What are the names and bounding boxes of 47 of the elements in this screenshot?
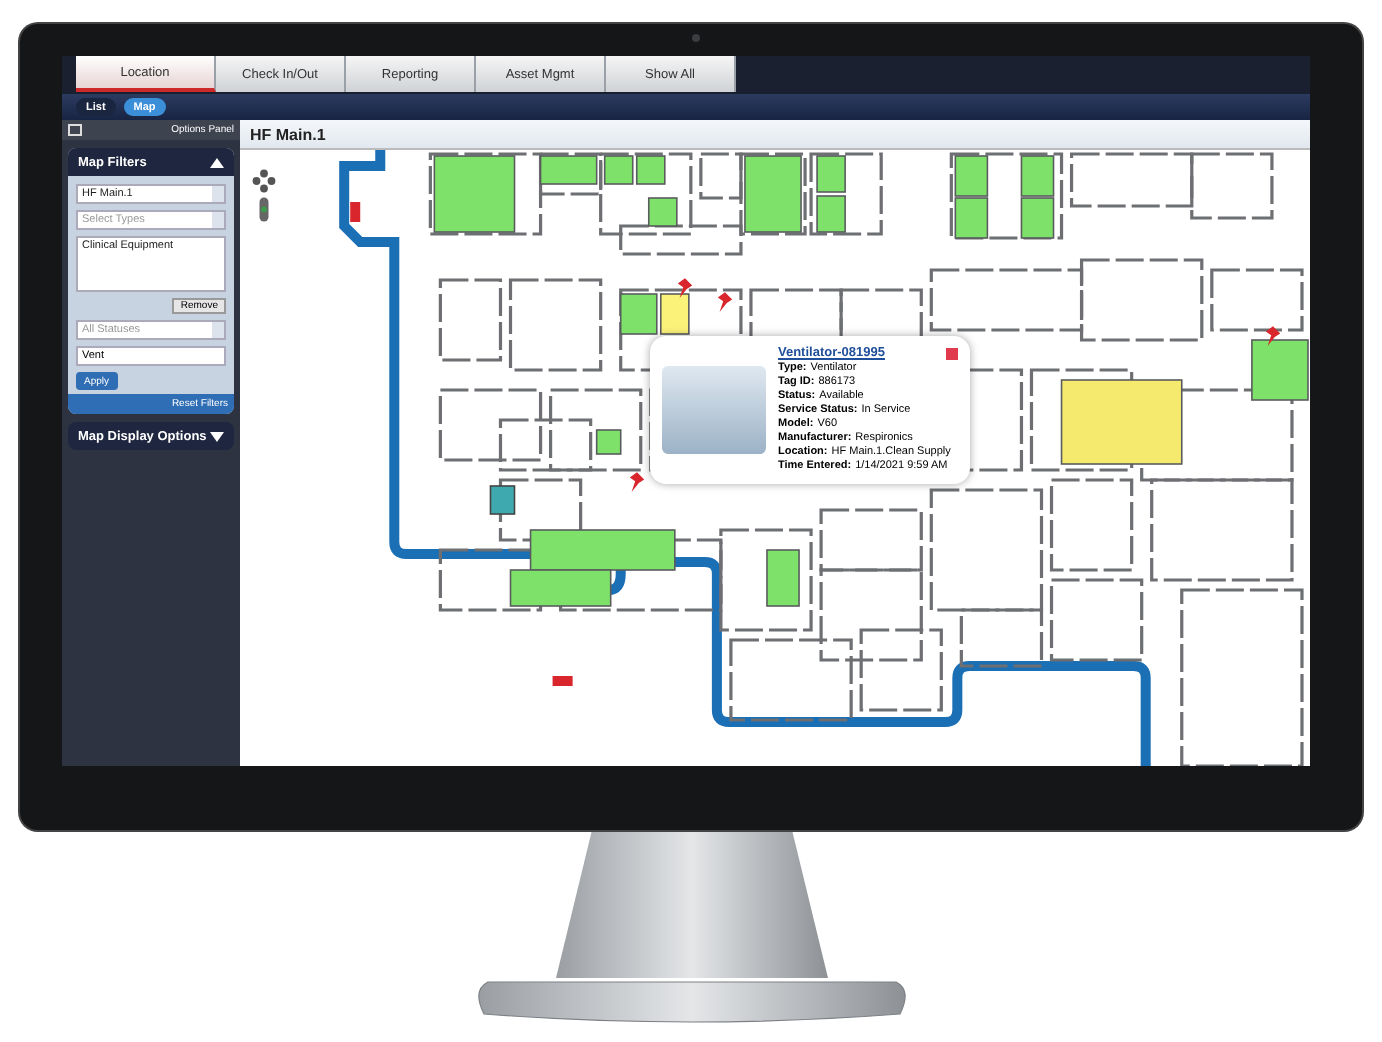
room-outline [809,152,883,236]
equipped-room[interactable] [766,549,800,607]
equipped-room[interactable] [595,429,622,455]
pan-zoom-control-icon[interactable] [252,166,276,226]
webcam-icon [691,34,699,42]
equipped-room[interactable] [647,197,678,227]
room-outline [438,388,543,462]
exit-sign-icon [552,676,573,686]
room-outline [508,278,603,372]
room-outline [438,278,503,362]
room-outline [1150,478,1294,582]
flagged-room[interactable] [1060,379,1183,465]
equipped-room[interactable] [1020,197,1055,239]
room-outline [1210,268,1304,332]
room-outline [859,628,943,712]
exit-sign-icon [350,202,361,222]
equipped-room[interactable] [744,155,802,233]
equipped-room[interactable] [816,195,846,233]
elevator-room[interactable] [489,485,516,515]
pushpin-icon[interactable] [1264,326,1282,348]
equipped-room[interactable] [954,197,989,239]
pushpin-icon[interactable] [628,472,646,494]
pushpin-icon[interactable] [716,292,734,314]
flagged-room[interactable] [660,293,690,335]
collapse-icon[interactable] [210,157,224,167]
room-outline [729,638,853,722]
device-photo-placeholder [662,366,766,454]
expand-icon[interactable] [210,431,224,441]
equipped-room[interactable] [1020,155,1055,197]
room-outline [1049,578,1144,662]
equipped-room[interactable] [635,155,666,185]
equipped-room[interactable] [509,569,612,607]
equipped-room[interactable] [539,155,598,185]
caret-icon [212,322,224,338]
room-outline [1079,258,1204,342]
map-title: HF Main.1 [240,120,1310,150]
equipped-room[interactable] [529,529,676,571]
equipped-room[interactable] [603,155,634,185]
equipped-room[interactable] [619,293,658,335]
panel-toggle-icon[interactable] [68,124,82,136]
room-outline [1049,478,1134,572]
pushpin-icon[interactable] [676,278,694,300]
equipped-room[interactable] [1251,339,1309,401]
room-outline [949,152,1064,240]
equipped-room[interactable] [954,155,989,197]
equipped-room[interactable] [816,155,846,193]
equipped-room[interactable] [433,155,516,233]
